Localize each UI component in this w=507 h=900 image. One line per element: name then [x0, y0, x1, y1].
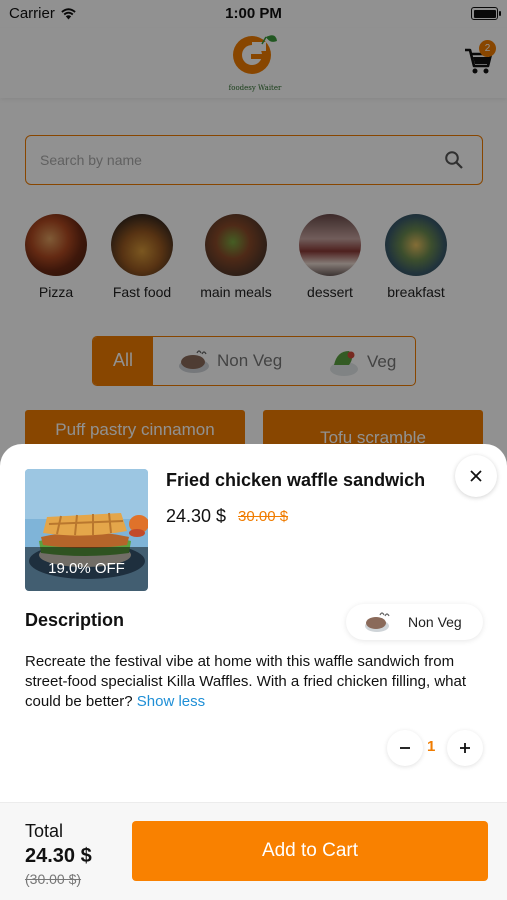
add-to-cart-button[interactable]: Add to Cart: [132, 821, 488, 881]
quantity-value: 1: [427, 738, 436, 755]
plus-icon: [460, 743, 470, 753]
minus-icon: [400, 747, 410, 749]
product-old-price: 30.00 $: [238, 508, 289, 525]
diet-label: Non Veg: [408, 614, 462, 630]
show-less-link[interactable]: Show less: [137, 693, 205, 710]
quantity-decrease-button[interactable]: [387, 730, 423, 766]
checkout-footer: Total 24.30 $ (30.00 $) Add to Cart: [0, 802, 507, 900]
quantity-increase-button[interactable]: [447, 730, 483, 766]
description-heading: Description: [25, 610, 125, 630]
total-price: 24.30 $: [25, 845, 92, 867]
product-image: 19.0% OFF: [25, 469, 148, 591]
description-body: Recreate the festival vibe at home with …: [25, 653, 467, 710]
product-name: Fried chicken waffle sandwich: [166, 470, 426, 490]
close-icon: [470, 470, 482, 482]
discount-label: 19.0% OFF: [25, 547, 148, 591]
product-price: 24.30 $: [166, 506, 227, 526]
total-old-price: (30.00 $): [25, 871, 82, 887]
total-label: Total: [25, 821, 64, 841]
close-button[interactable]: [455, 455, 497, 497]
meat-icon: [365, 612, 390, 632]
product-detail-sheet: 19.0% OFF Fried chicken waffle sandwich …: [0, 444, 507, 900]
diet-badge: Non Veg: [346, 604, 483, 640]
description-text: Recreate the festival vibe at home with …: [25, 652, 495, 712]
